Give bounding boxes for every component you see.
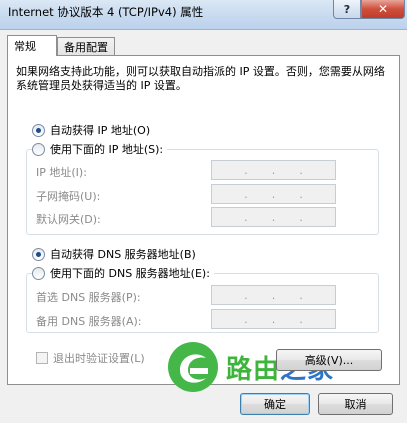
subnet-mask-label: 子网掩码(U): bbox=[36, 190, 101, 203]
close-icon: ✕ bbox=[377, 2, 389, 16]
advanced-button[interactable]: 高级(V)... bbox=[276, 349, 382, 371]
auto-dns-radio[interactable] bbox=[32, 247, 45, 261]
cancel-button-label: 取消 bbox=[344, 398, 367, 411]
dialog-body: 常规 备用配置 如果网络支持此功能，则可以获取自动指派的 IP 设置。否则，您需… bbox=[0, 30, 407, 423]
window-title: Internet 协议版本 4 (TCP/IPv4) 属性 bbox=[8, 5, 204, 19]
manual-dns-label: 使用下面的 DNS 服务器地址(E): bbox=[50, 267, 210, 280]
ip-address-field[interactable]: ... bbox=[211, 160, 336, 180]
preferred-dns-label: 首选 DNS 服务器(P): bbox=[36, 291, 141, 304]
description-text: 如果网络支持此功能，则可以获取自动指派的 IP 设置。否则，您需要从网络系统管理… bbox=[16, 65, 385, 92]
manual-ip-label: 使用下面的 IP 地址(S): bbox=[50, 143, 164, 156]
manual-ip-option[interactable]: 使用下面的 IP 地址(S): bbox=[32, 141, 168, 157]
help-button[interactable]: ? bbox=[333, 0, 361, 19]
manual-ip-radio[interactable] bbox=[32, 142, 45, 156]
cancel-button[interactable]: 取消 bbox=[318, 393, 393, 415]
advanced-button-label: 高级(V)... bbox=[304, 354, 354, 367]
ip-address-label: IP 地址(I): bbox=[36, 166, 87, 179]
auto-dns-option[interactable]: 自动获得 DNS 服务器地址(B) bbox=[32, 246, 196, 262]
auto-ip-option[interactable]: 自动获得 IP 地址(O) bbox=[32, 122, 150, 138]
ok-button[interactable]: 确定 bbox=[240, 393, 310, 415]
validate-settings-option[interactable]: 退出时验证设置(L) bbox=[36, 350, 145, 366]
tab-alternate-config[interactable]: 备用配置 bbox=[57, 37, 115, 56]
tab-general[interactable]: 常规 bbox=[7, 35, 57, 56]
manual-dns-radio[interactable] bbox=[32, 266, 45, 280]
close-button[interactable]: ✕ bbox=[361, 0, 405, 19]
auto-ip-radio[interactable] bbox=[32, 123, 45, 137]
preferred-dns-field[interactable]: ... bbox=[211, 285, 336, 305]
tab-panel: 如果网络支持此功能，则可以获取自动指派的 IP 设置。否则，您需要从网络系统管理… bbox=[7, 55, 400, 392]
auto-ip-label: 自动获得 IP 地址(O) bbox=[50, 124, 151, 137]
title-bar: Internet 协议版本 4 (TCP/IPv4) 属性 ? ✕ bbox=[0, 0, 407, 30]
alternate-dns-label: 备用 DNS 服务器(A): bbox=[36, 315, 142, 328]
default-gateway-label: 默认网关(D): bbox=[36, 213, 101, 226]
subnet-mask-field[interactable]: ... bbox=[211, 184, 336, 204]
validate-settings-label: 退出时验证设置(L) bbox=[53, 352, 145, 365]
auto-dns-label: 自动获得 DNS 服务器地址(B) bbox=[50, 248, 196, 261]
manual-dns-option[interactable]: 使用下面的 DNS 服务器地址(E): bbox=[32, 265, 214, 281]
alternate-dns-field[interactable]: ... bbox=[211, 309, 336, 329]
validate-settings-checkbox[interactable] bbox=[36, 352, 48, 364]
help-icon: ? bbox=[343, 2, 351, 16]
default-gateway-field[interactable]: ... bbox=[211, 207, 336, 227]
watermark-logo-icon bbox=[166, 340, 220, 394]
ok-button-label: 确定 bbox=[264, 398, 286, 411]
tab-alternate-config-label: 备用配置 bbox=[64, 41, 108, 54]
tab-general-label: 常规 bbox=[14, 40, 36, 53]
